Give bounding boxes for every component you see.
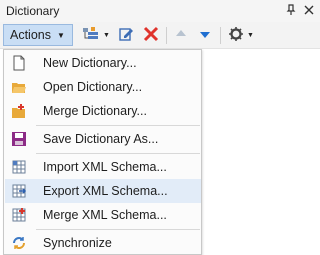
panel-header: Dictionary — [0, 0, 320, 22]
save-icon — [11, 131, 27, 147]
actions-menu: New Dictionary... Open Dictionary... Mer… — [3, 49, 202, 255]
menu-item-synchronize[interactable]: Synchronize — [5, 231, 201, 255]
delete-icon — [143, 26, 159, 45]
move-down-icon — [198, 27, 212, 44]
move-down-button[interactable] — [198, 26, 212, 44]
new-document-icon — [11, 55, 27, 71]
pin-icon[interactable] — [283, 2, 299, 18]
panel-body — [202, 49, 320, 255]
menu-item-label: Merge XML Schema... — [43, 208, 167, 222]
menu-item-import-xml-schema[interactable]: Import XML Schema... — [5, 155, 201, 179]
actions-menu-button[interactable]: Actions ▼ — [3, 24, 73, 46]
menu-item-new-dictionary[interactable]: New Dictionary... — [5, 51, 201, 75]
menu-item-save-dictionary-as[interactable]: Save Dictionary As... — [5, 127, 201, 151]
synchronize-icon — [11, 235, 27, 251]
panel-title: Dictionary — [6, 4, 60, 18]
merge-schema-icon — [11, 207, 27, 223]
chevron-down-icon: ▼ — [103, 31, 110, 39]
open-folder-icon — [11, 79, 27, 95]
menu-item-merge-xml-schema[interactable]: Merge XML Schema... — [5, 203, 201, 227]
settings-dropdown[interactable]: ▼ — [228, 26, 254, 44]
menu-item-merge-dictionary[interactable]: Merge Dictionary... — [5, 99, 201, 123]
delete-button[interactable] — [143, 26, 159, 44]
actions-label: Actions — [10, 28, 51, 42]
menu-separator — [36, 153, 200, 154]
chevron-down-icon: ▼ — [57, 30, 65, 40]
add-item-dropdown[interactable]: ▼ — [82, 26, 110, 44]
menu-item-label: Export XML Schema... — [43, 184, 168, 198]
menu-item-label: Import XML Schema... — [43, 160, 167, 174]
add-item-icon — [82, 26, 100, 45]
menu-item-label: Open Dictionary... — [43, 80, 143, 94]
toolbar-separator — [220, 27, 221, 44]
import-schema-icon — [11, 159, 27, 175]
toolbar-separator — [166, 27, 167, 44]
menu-separator — [36, 229, 200, 230]
export-schema-icon — [11, 183, 27, 199]
move-up-icon — [174, 27, 188, 44]
menu-item-label: Synchronize — [43, 236, 112, 250]
edit-icon — [118, 26, 134, 45]
menu-separator — [36, 125, 200, 126]
toolbar: Actions ▼ ▼ ▼ — [0, 22, 320, 49]
menu-item-label: Merge Dictionary... — [43, 104, 147, 118]
menu-item-label: New Dictionary... — [43, 56, 137, 70]
chevron-down-icon: ▼ — [247, 31, 254, 39]
menu-item-open-dictionary[interactable]: Open Dictionary... — [5, 75, 201, 99]
menu-item-label: Save Dictionary As... — [43, 132, 159, 146]
edit-button[interactable] — [118, 26, 134, 44]
merge-folder-icon — [11, 103, 27, 119]
menu-item-export-xml-schema[interactable]: Export XML Schema... — [5, 179, 201, 203]
close-icon[interactable] — [301, 2, 317, 18]
move-up-button[interactable] — [174, 26, 188, 44]
settings-icon — [228, 26, 244, 45]
